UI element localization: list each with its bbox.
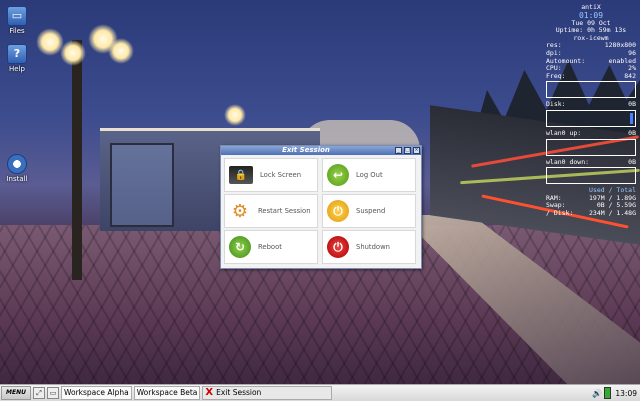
task-workspace-beta[interactable]: Workspace Beta bbox=[133, 386, 201, 400]
disk-graph bbox=[546, 109, 636, 127]
conky-stat-value: 842 bbox=[624, 71, 636, 80]
conky-wlan-up-row: wlan0 up: 0B bbox=[546, 128, 636, 138]
option-label: Lock Screen bbox=[260, 171, 302, 179]
conky-disk-row: Disk: 0B bbox=[546, 101, 636, 109]
desktop-icon-label: Help bbox=[9, 65, 25, 73]
folder-icon: ▭ bbox=[7, 6, 27, 26]
conky-disk-label: Disk: bbox=[546, 100, 566, 109]
lock-screen-button[interactable]: 🔒 Lock Screen bbox=[224, 158, 318, 192]
battery-icon[interactable] bbox=[604, 387, 612, 399]
desktop-icon-label: Files bbox=[9, 27, 25, 35]
task-exit-session[interactable]: X Exit Session bbox=[202, 386, 333, 400]
conky-monitor: antiX 01:09 Tue 09 Oct Uptime: 0h 59m 13… bbox=[546, 3, 636, 218]
conky-wlan-down-label: wlan0 down: bbox=[546, 157, 590, 166]
conky-stat-label: Freq: bbox=[546, 71, 566, 80]
lock-screen-icon: 🔒 bbox=[229, 166, 253, 184]
suspend-icon: ⏻ bbox=[327, 200, 349, 222]
desktop-icon-files[interactable]: ▭ Files bbox=[2, 6, 32, 35]
maximize-icon: □ bbox=[405, 147, 410, 153]
conky-wlan-down-row: wlan0 down: 0B bbox=[546, 157, 636, 167]
log-out-icon: ↩ bbox=[327, 164, 349, 186]
reboot-icon: ↻ bbox=[229, 236, 251, 258]
option-label: Log Out bbox=[356, 171, 383, 179]
close-button[interactable]: × bbox=[413, 147, 420, 154]
dialog-title: Exit Session bbox=[282, 146, 330, 154]
window-list-icon[interactable]: ▭ bbox=[47, 387, 59, 399]
conky-usage-label: / Disk: bbox=[546, 208, 574, 217]
maximize-button[interactable]: □ bbox=[404, 147, 411, 154]
taskbar-clock[interactable]: 13:09 bbox=[615, 389, 637, 398]
exit-session-dialog: Exit Session _ □ × 🔒 Lock Screen ↩ Log O… bbox=[220, 145, 422, 269]
restart-session-icon: ⚙ bbox=[231, 200, 249, 222]
volume-icon[interactable]: 🔊 bbox=[592, 389, 602, 398]
conky-disk-value: 0B bbox=[628, 100, 636, 109]
wallpaper-lamp bbox=[224, 104, 246, 126]
conky-wlan-down-value: 0B bbox=[628, 157, 636, 166]
help-icon: ? bbox=[7, 44, 27, 64]
restart-session-button[interactable]: ⚙ Restart Session bbox=[224, 194, 318, 228]
minimize-icon: _ bbox=[397, 147, 400, 153]
desktop-icon-help[interactable]: ? Help bbox=[2, 44, 32, 73]
wlan-down-graph bbox=[546, 167, 636, 185]
suspend-button[interactable]: ⏻ Suspend bbox=[322, 194, 416, 228]
x-logo-icon: X bbox=[205, 387, 214, 398]
cpu-graph bbox=[546, 81, 636, 99]
desktop-icon-label: Install bbox=[6, 175, 28, 183]
wlan-up-graph bbox=[546, 138, 636, 156]
wallpaper-lamp bbox=[108, 38, 134, 64]
minimize-button[interactable]: _ bbox=[395, 147, 402, 154]
taskbar: MENU ⤢ ▭ Workspace Alpha Workspace Beta … bbox=[0, 384, 640, 401]
task-workspace-alpha[interactable]: Workspace Alpha bbox=[61, 386, 132, 400]
wallpaper-shelter-glass bbox=[110, 143, 174, 227]
task-label: Exit Session bbox=[216, 388, 262, 397]
disk-graph-bar bbox=[630, 112, 633, 124]
system-tray: 🔊 13:09 bbox=[592, 387, 637, 399]
wallpaper-lamp-pole bbox=[72, 40, 82, 280]
menu-button[interactable]: MENU bbox=[1, 386, 31, 400]
desktop-icon-install[interactable]: Install bbox=[2, 154, 32, 183]
dialog-titlebar[interactable]: Exit Session _ □ × bbox=[221, 146, 421, 155]
conky-usage-row: / Disk: 234M / 1.48G bbox=[546, 208, 636, 218]
conky-stat-row: Freq: 842 bbox=[546, 71, 636, 81]
option-label: Restart Session bbox=[258, 207, 311, 215]
conky-usage-total: / 1.48G bbox=[608, 208, 636, 217]
option-label: Suspend bbox=[356, 207, 386, 215]
wallpaper-lamp bbox=[60, 40, 86, 66]
reboot-button[interactable]: ↻ Reboot bbox=[224, 230, 318, 264]
log-out-button[interactable]: ↩ Log Out bbox=[322, 158, 416, 192]
shutdown-icon: ⏻ bbox=[327, 236, 349, 258]
option-label: Shutdown bbox=[356, 243, 390, 251]
conky-wlan-up-label: wlan0 up: bbox=[546, 128, 582, 137]
show-desktop-icon[interactable]: ⤢ bbox=[33, 387, 45, 399]
option-label: Reboot bbox=[258, 243, 282, 251]
conky-wlan-up-value: 0B bbox=[628, 128, 636, 137]
conky-usage-used: 234M bbox=[589, 208, 605, 217]
install-icon bbox=[7, 154, 27, 174]
close-icon: × bbox=[414, 147, 419, 153]
shutdown-button[interactable]: ⏻ Shutdown bbox=[322, 230, 416, 264]
